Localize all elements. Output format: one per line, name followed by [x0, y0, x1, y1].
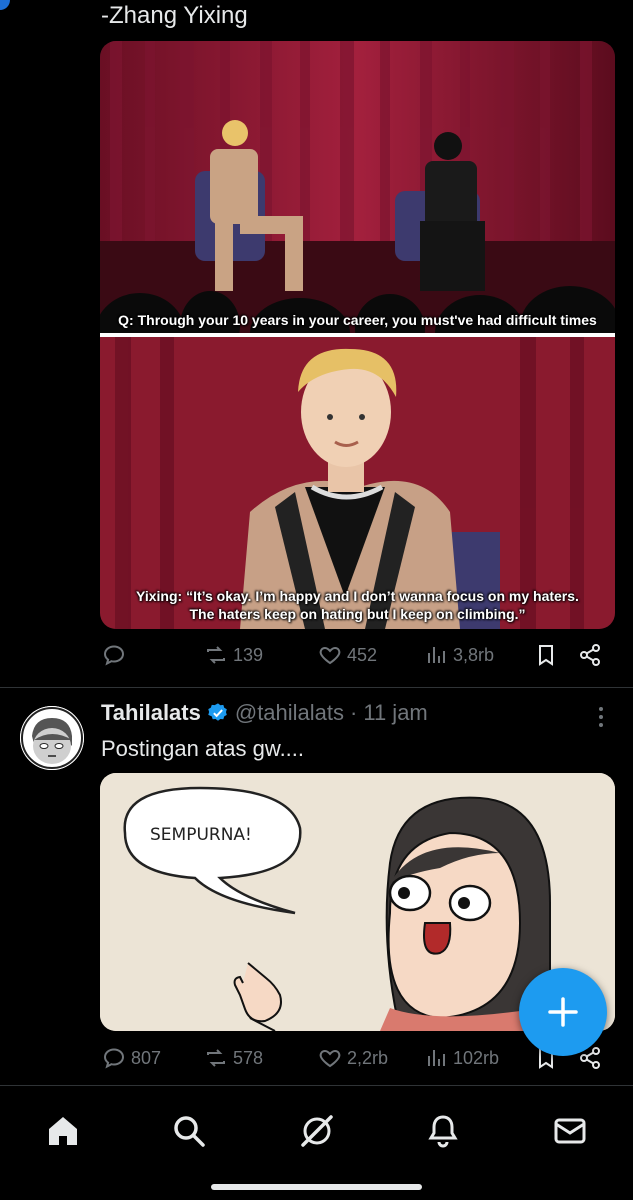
retweet-button[interactable]: 139: [204, 643, 263, 667]
reply-icon: [103, 645, 125, 666]
media-caption-answer-line2: The haters keep on hating but I keep on …: [189, 606, 526, 622]
meta-separator: ·: [350, 700, 358, 725]
like-count: 2,2rb: [347, 1047, 389, 1068]
views-button[interactable]: 102rb: [424, 1046, 499, 1070]
author-name[interactable]: Tahilalats: [101, 700, 201, 726]
views-icon: [428, 1050, 445, 1066]
post-text-tail: -Zhang Yixing: [101, 2, 248, 29]
share-button[interactable]: [578, 643, 602, 667]
messages-icon[interactable]: [552, 1113, 588, 1149]
post-time[interactable]: 11 jam: [363, 700, 427, 726]
retweet-icon: [207, 1049, 225, 1067]
retweet-count: 139: [233, 644, 264, 665]
media-image-closeup[interactable]: Yixing: “It’s okay. I’m happy and I don’…: [100, 337, 615, 629]
post-header: Tahilalats @tahilalats · 11 jam: [101, 700, 428, 726]
views-button[interactable]: 3,8rb: [424, 643, 494, 667]
bottom-navigation: [0, 1085, 633, 1200]
post-actions: 807 578 2,2rb 102rb: [100, 1046, 615, 1076]
post-actions: 139 452 3,8rb: [100, 643, 615, 673]
retweet-button[interactable]: 578: [204, 1046, 263, 1070]
home-indicator[interactable]: [211, 1184, 422, 1190]
reply-button[interactable]: [102, 643, 126, 667]
heart-icon: [319, 646, 341, 665]
comic-bubble-text: SEMPURNA!: [150, 825, 252, 845]
reply-icon: [103, 1048, 125, 1069]
like-button[interactable]: 452: [318, 643, 377, 667]
heart-icon: [319, 1049, 341, 1068]
verified-badge-icon: [208, 703, 227, 721]
reply-count: 807: [131, 1047, 162, 1068]
notifications-icon[interactable]: [425, 1113, 461, 1149]
bookmark-button[interactable]: [534, 643, 558, 667]
post-text: Postingan atas gw....: [101, 736, 305, 761]
like-count: 452: [347, 644, 378, 665]
reply-button[interactable]: 807: [102, 1046, 161, 1070]
like-button[interactable]: 2,2rb: [318, 1046, 388, 1070]
media-caption-answer-line1: Yixing: “It’s okay. I’m happy and I don’…: [136, 588, 579, 604]
post-divider: [0, 687, 633, 688]
media-caption-question: Q: Through your 10 years in your career,…: [118, 312, 597, 328]
retweet-icon: [207, 646, 225, 664]
share-icon: [580, 644, 600, 666]
more-options-icon[interactable]: [596, 706, 606, 728]
compose-button[interactable]: [519, 968, 607, 1056]
grok-icon[interactable]: [299, 1113, 335, 1149]
plus-icon: [548, 997, 578, 1027]
views-icon: [428, 647, 445, 663]
views-count: 3,8rb: [453, 644, 495, 665]
views-count: 102rb: [453, 1047, 500, 1068]
media-image-stage[interactable]: Q: Through your 10 years in your career,…: [100, 41, 615, 373]
post-media[interactable]: Q: Through your 10 years in your career,…: [100, 41, 615, 629]
bookmark-icon: [539, 645, 553, 666]
search-icon[interactable]: [171, 1113, 207, 1149]
author-handle[interactable]: @tahilalats: [235, 700, 344, 726]
retweet-count: 578: [233, 1047, 264, 1068]
media-caption-answer: Yixing: “It’s okay. I’m happy and I don’…: [100, 587, 615, 623]
home-icon[interactable]: [45, 1113, 81, 1149]
thread-indicator: [0, 0, 12, 10]
avatar[interactable]: [20, 706, 84, 770]
